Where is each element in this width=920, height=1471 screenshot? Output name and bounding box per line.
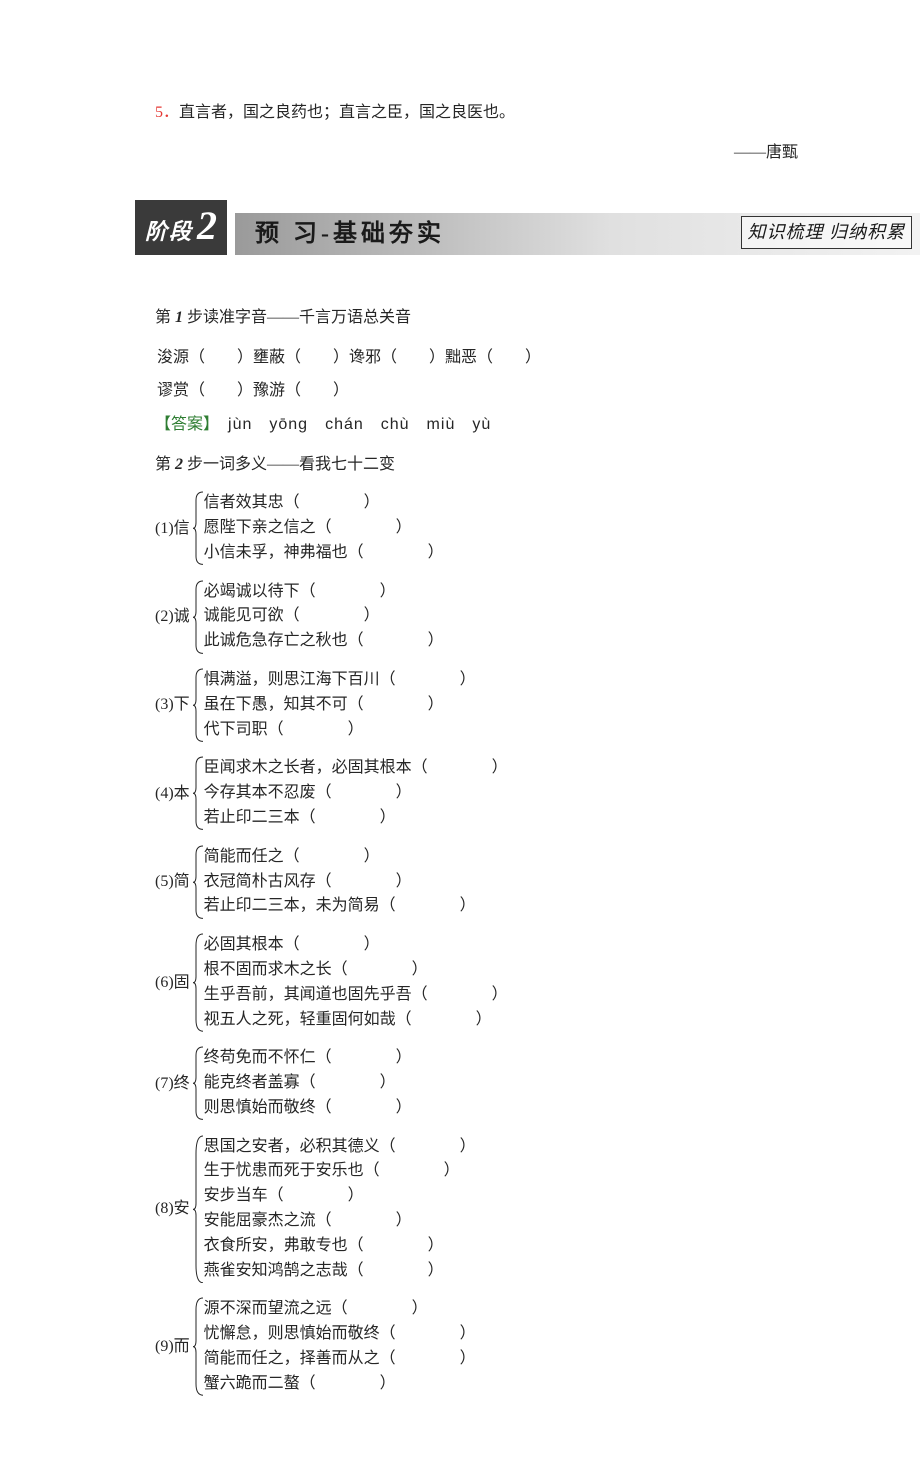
word-group: (5)简简能而任之（ ）衣冠简朴古风存（ ）若止印二三本，未为简易（ ） [155,845,810,919]
word-item: 忧懈怠，则思慎始而敬终（ ） [204,1322,476,1347]
banner-title: 预 习-基础夯实 [255,215,445,253]
word-group: (2)诚必竭诚以待下（ ）诚能见可欲（ ）此诚危急存亡之秋也（ ） [155,580,810,654]
quote-number: 5． [155,104,179,121]
word-item: 安步当车（ ） [204,1184,476,1209]
step1-title: 第 1 步读准字音——千言万语总关音 [155,305,810,331]
word-item: 生乎吾前，其闻道也固先乎吾（ ） [204,983,508,1008]
word-items: 信者效其忠（ ）愿陛下亲之信之（ ）小信未孚，神弗福也（ ） [204,491,444,565]
word-item: 生于忧患而死于安乐也（ ） [204,1159,476,1184]
step2-number: 2 [175,456,183,473]
word-item: 若止印二三本（ ） [204,806,508,831]
word-item: 蟹六跪而二螯（ ） [204,1372,476,1397]
word-item: 简能而任之，择善而从之（ ） [204,1347,476,1372]
word-items: 源不深而望流之远（ ）忧懈怠，则思慎始而敬终（ ）简能而任之，择善而从之（ ）蟹… [204,1297,476,1396]
word-item: 思国之安者，必积其德义（ ） [204,1135,476,1160]
word-item: 视五人之死，轻重固何如哉（ ） [204,1008,508,1033]
word-groups-container: (1)信信者效其忠（ ）愿陛下亲之信之（ ）小信未孚，神弗福也（ ） (2)诚必竭… [155,491,810,1397]
curly-bracket [192,668,204,742]
word-item: 小信未孚，神弗福也（ ） [204,541,444,566]
curly-bracket [192,1135,204,1284]
word-item: 衣冠简朴古风存（ ） [204,870,476,895]
word-label: (4)本 [155,756,190,830]
answer-tag: 【答案】 [155,416,211,433]
word-label: (3)下 [155,668,190,742]
banner-stage-box: 阶段 2 [135,200,227,255]
quote-attribution: ——唐甄 [155,140,810,166]
stage-label: 阶段 [145,214,193,249]
word-group: (8)安思国之安者，必积其德义（ ）生于忧患而死于安乐也（ ）安步当车（ ）安能… [155,1135,810,1284]
word-label: (7)终 [155,1046,190,1120]
word-items: 臣闻求木之长者，必固其根本（ ）今存其本不忍废（ ）若止印二三本（ ） [204,756,508,830]
word-item: 虽在下愚，知其不可（ ） [204,693,476,718]
word-label: (9)而 [155,1297,190,1396]
word-item: 根不固而求木之长（ ） [204,958,508,983]
word-group: (4)本臣闻求木之长者，必固其根本（ ）今存其本不忍废（ ）若止印二三本（ ） [155,756,810,830]
curly-bracket [192,1297,204,1396]
word-group: (6)固必固其根本（ ）根不固而求木之长（ ）生乎吾前，其闻道也固先乎吾（ ）视… [155,933,810,1032]
step2-title: 第 2 步一词多义——看我七十二变 [155,452,810,478]
word-items: 简能而任之（ ）衣冠简朴古风存（ ）若止印二三本，未为简易（ ） [204,845,476,919]
word-group: (3)下惧满溢，则思江海下百川（ ）虽在下愚，知其不可（ ）代下司职（ ） [155,668,810,742]
word-item: 臣闻求木之长者，必固其根本（ ） [204,756,508,781]
answer-pinyin: jùn yōng chán chù miù yù [211,416,491,433]
step1-answer: 【答案】 jùn yōng chán chù miù yù [155,412,810,438]
word-item: 今存其本不忍废（ ） [204,781,508,806]
curly-bracket [192,580,204,654]
word-items: 必固其根本（ ）根不固而求木之长（ ）生乎吾前，其闻道也固先乎吾（ ）视五人之死… [204,933,508,1032]
word-item: 安能屈豪杰之流（ ） [204,1209,476,1234]
curly-bracket [192,845,204,919]
quote-line: 5．直言者，国之良药也；直言之臣，国之良医也。 [155,100,810,126]
stage-banner: 预 习-基础夯实 阶段 2 知识梳理 归纳积累 [135,205,920,255]
word-items: 必竭诚以待下（ ）诚能见可欲（ ）此诚危急存亡之秋也（ ） [204,580,444,654]
word-item: 信者效其忠（ ） [204,491,444,516]
banner-left: 阶段 2 [135,205,227,255]
word-item: 衣食所安，弗敢专也（ ） [204,1234,476,1259]
word-item: 诚能见可欲（ ） [204,604,444,629]
word-item: 必竭诚以待下（ ） [204,580,444,605]
word-label: (5)简 [155,845,190,919]
banner-subtitle: 知识梳理 归纳积累 [741,216,913,249]
word-items: 终苟免而不怀仁（ ）能克终者盖寡（ ）则思慎始而敬终（ ） [204,1046,412,1120]
word-item: 终苟免而不怀仁（ ） [204,1046,412,1071]
word-item: 此诚危急存亡之秋也（ ） [204,629,444,654]
word-label: (2)诚 [155,580,190,654]
word-item: 惧满溢，则思江海下百川（ ） [204,668,476,693]
word-item: 则思慎始而敬终（ ） [204,1096,412,1121]
word-item: 能克终者盖寡（ ） [204,1071,412,1096]
word-item: 若止印二三本，未为简易（ ） [204,894,476,919]
word-item: 代下司职（ ） [204,718,476,743]
word-item: 愿陛下亲之信之（ ） [204,516,444,541]
curly-bracket [192,933,204,1032]
step1-number: 1 [175,309,183,326]
curly-bracket [192,756,204,830]
step1-line-2: 谬赏（ ）豫游（ ） [157,378,810,404]
stage-number: 2 [197,206,219,246]
word-group: (7)终终苟免而不怀仁（ ）能克终者盖寡（ ）则思慎始而敬终（ ） [155,1046,810,1120]
word-item: 简能而任之（ ） [204,845,476,870]
word-item: 燕雀安知鸿鹄之志哉（ ） [204,1259,476,1284]
word-items: 惧满溢，则思江海下百川（ ）虽在下愚，知其不可（ ）代下司职（ ） [204,668,476,742]
curly-bracket [192,491,204,565]
word-label: (1)信 [155,491,190,565]
word-group: (1)信信者效其忠（ ）愿陛下亲之信之（ ）小信未孚，神弗福也（ ） [155,491,810,565]
word-label: (6)固 [155,933,190,1032]
word-group: (9)而源不深而望流之远（ ）忧懈怠，则思慎始而敬终（ ）简能而任之，择善而从之… [155,1297,810,1396]
step1-line-1: 浚源（ ）壅蔽（ ）谗邪（ ）黜恶（ ） [157,345,810,371]
word-item: 源不深而望流之远（ ） [204,1297,476,1322]
word-label: (8)安 [155,1135,190,1284]
word-items: 思国之安者，必积其德义（ ）生于忧患而死于安乐也（ ）安步当车（ ）安能屈豪杰之… [204,1135,476,1284]
word-item: 必固其根本（ ） [204,933,508,958]
quote-text: 直言者，国之良药也；直言之臣，国之良医也。 [179,104,515,121]
curly-bracket [192,1046,204,1120]
